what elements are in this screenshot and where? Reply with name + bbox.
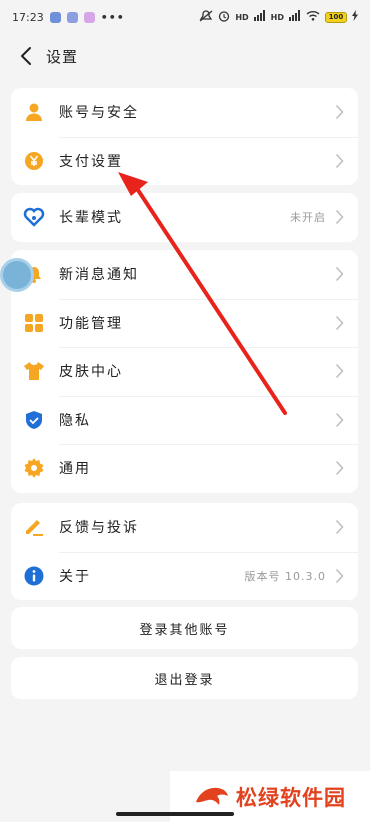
tshirt-icon (23, 360, 45, 382)
settings-group-general: 新消息通知 功能管理 皮肤中心 隐私 通用 (11, 250, 358, 493)
header: 设置 (0, 36, 370, 76)
pencil-icon (23, 516, 45, 538)
hd-label: HD (270, 12, 284, 22)
switch-account-button[interactable]: 登录其他账号 (11, 607, 358, 649)
settings-item-label: 隐私 (59, 412, 91, 429)
chevron-right-icon (332, 314, 346, 332)
chevron-right-icon (332, 459, 346, 477)
app-notification-icon (83, 11, 95, 23)
chevron-right-icon (332, 208, 346, 226)
watermark-text: 松绿软件园 (236, 785, 346, 810)
settings-item-label: 功能管理 (59, 315, 123, 332)
status-time: 17:23 (12, 10, 44, 24)
person-icon (23, 101, 45, 123)
chevron-right-icon (332, 362, 346, 380)
settings-item-label: 反馈与投诉 (59, 520, 139, 537)
settings-item-feature-management[interactable]: 功能管理 (11, 298, 358, 348)
settings-item-label: 皮肤中心 (59, 364, 123, 381)
chevron-left-icon (21, 47, 31, 65)
wifi-icon (306, 10, 320, 24)
signal-icon (289, 10, 301, 24)
battery-icon: 100 (325, 11, 347, 23)
settings-item-about[interactable]: 关于 版本号 10.3.0 (11, 551, 358, 601)
settings-item-account-security[interactable]: 账号与安全 (11, 88, 358, 137)
chevron-right-icon (332, 265, 346, 283)
settings-item-elder-mode[interactable]: 长辈模式 未开启 (11, 193, 358, 242)
chevron-right-icon (332, 567, 346, 585)
info-icon (23, 565, 45, 587)
more-notifications-icon: ••• (100, 10, 125, 24)
settings-item-general[interactable]: 通用 (11, 444, 358, 493)
alarm-icon (218, 10, 230, 25)
heart-icon (23, 206, 45, 228)
logout-button[interactable]: 退出登录 (11, 657, 358, 699)
settings-item-label: 关于 (59, 568, 91, 585)
status-bar: 17:23 ••• HD HD 100 (0, 0, 370, 34)
settings-item-privacy[interactable]: 隐私 (11, 395, 358, 445)
chevron-right-icon (332, 103, 346, 121)
settings-item-skin-center[interactable]: 皮肤中心 (11, 347, 358, 396)
settings-group-about: 反馈与投诉 关于 版本号 10.3.0 (11, 503, 358, 600)
chevron-right-icon (332, 152, 346, 170)
signal-icon (253, 10, 266, 24)
yuan-coin-icon (23, 150, 45, 172)
settings-item-feedback[interactable]: 反馈与投诉 (11, 503, 358, 552)
settings-item-label: 支付设置 (59, 153, 123, 170)
floating-assistant-icon[interactable] (0, 258, 34, 292)
home-indicator[interactable] (116, 812, 234, 816)
settings-group-account: 账号与安全 支付设置 (11, 88, 358, 185)
settings-item-label: 新消息通知 (59, 267, 139, 284)
settings-item-label: 通用 (59, 461, 91, 478)
settings-item-label: 长辈模式 (59, 210, 123, 227)
version-number: 版本号 10.3.0 (244, 569, 326, 583)
settings-item-payment[interactable]: 支付设置 (11, 136, 358, 186)
settings-item-notifications[interactable]: 新消息通知 (11, 250, 358, 299)
hd-label: HD (235, 12, 249, 22)
app-notification-icon (66, 11, 78, 23)
grid-icon (23, 312, 45, 334)
settings-group-elder: 长辈模式 未开启 (11, 193, 358, 242)
app-notification-icon (49, 11, 61, 23)
elder-mode-status: 未开启 (290, 211, 326, 225)
chevron-right-icon (332, 411, 346, 429)
chevron-right-icon (332, 518, 346, 536)
back-button[interactable] (14, 44, 38, 68)
watermark-logo-icon (194, 782, 230, 812)
page-title: 设置 (46, 47, 79, 66)
mute-icon (199, 9, 213, 25)
settings-item-label: 账号与安全 (59, 105, 139, 122)
shield-check-icon (23, 409, 45, 431)
gear-icon (23, 457, 45, 479)
charging-icon (352, 10, 358, 24)
